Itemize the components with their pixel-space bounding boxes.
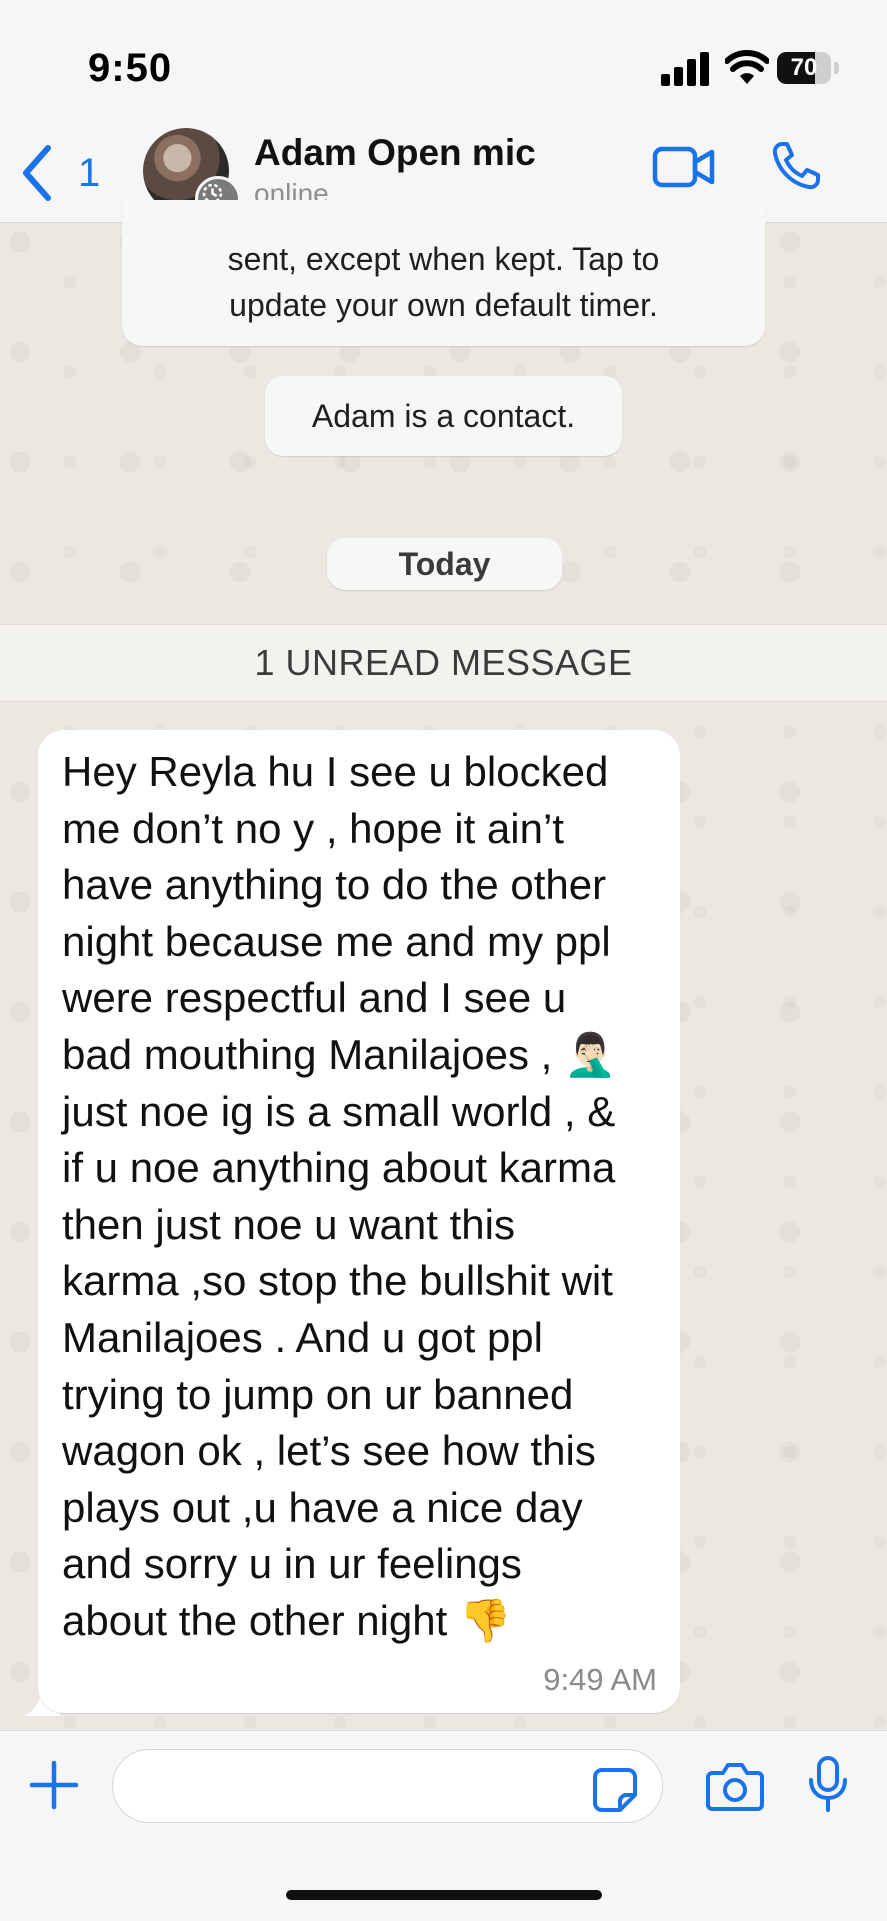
message-line: me don’t no y , hope it ain’t [62,804,564,852]
notice-line-2: update your own default timer. [229,287,658,323]
date-divider: Today [327,538,562,590]
plus-icon[interactable] [28,1759,80,1811]
unread-chats-count: 1 [78,150,101,195]
contact-note: Adam is a contact. [265,376,622,456]
status-bar: 9:50 70 [0,0,887,128]
status-time: 9:50 [88,46,173,90]
home-indicator[interactable] [286,1890,602,1900]
contact-name[interactable]: Adam Open mic [254,132,536,174]
battery-level: 70 [790,54,818,81]
message-line: Manilajoes . And u got ppl [62,1313,543,1361]
message-input[interactable] [112,1749,663,1823]
notice-line-1: sent, except when kept. Tap to [227,241,660,277]
phone-icon[interactable] [770,140,822,192]
back-button[interactable]: 1 [18,138,100,208]
message-line: trying to jump on ur banned [62,1370,574,1418]
battery-icon: 70 [777,52,839,86]
message-line: were respectful and I see u [62,974,567,1022]
message-line: plays out ,u have a nice day [62,1483,583,1531]
camera-icon[interactable] [706,1761,764,1811]
disappearing-messages-notice[interactable]: sent, except when kept. Tap to update yo… [122,200,765,346]
message-line: night because me and my ppl [62,917,611,965]
chevron-left-icon [23,145,51,201]
message-text: Hey Reyla hu I see u blocked me don’t no … [62,744,672,1650]
message-line: just noe ig is a small world , & [62,1087,616,1135]
composer-bar [0,1730,887,1921]
message-line: bad mouthing Manilajoes , 🤦🏻‍♂️ [62,1030,617,1078]
message-line: and sorry u in ur feelings [62,1540,522,1588]
message-line: if u noe anything about karma [62,1144,616,1192]
microphone-icon[interactable] [806,1755,850,1813]
sticker-icon[interactable] [592,1767,638,1813]
message-line: have anything to do the other [62,861,607,909]
message-line: about the other night 👎 [62,1596,512,1644]
unread-banner: 1 UNREAD MESSAGE [0,624,887,702]
message-line: Hey Reyla hu I see u blocked [62,748,609,795]
wifi-icon [725,50,769,84]
message-line: then just noe u want this [62,1200,515,1248]
message-time: 9:49 AM [543,1662,657,1697]
video-camera-icon[interactable] [652,144,716,190]
message-line: wagon ok , let’s see how this [62,1427,596,1475]
signal-icon [661,52,709,86]
message-line: karma ,so stop the bullshit wit [62,1257,613,1305]
